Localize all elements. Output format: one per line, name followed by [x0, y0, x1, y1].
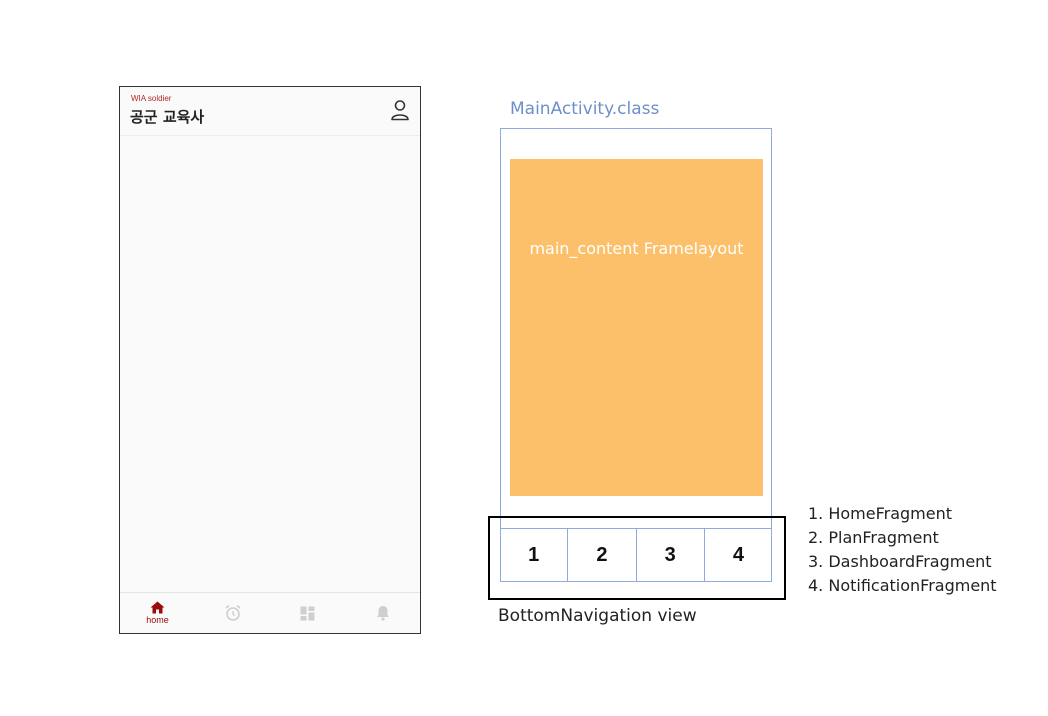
nav-item-notification[interactable] [345, 593, 420, 633]
phone-mockup: WIA soldier 공군 교육사 home [119, 86, 421, 634]
main-content-frame: main_content Framelayout [510, 159, 763, 496]
bottom-navigation-label: BottomNavigation view [498, 606, 697, 626]
app-header: WIA soldier 공군 교육사 [120, 87, 420, 136]
user-icon[interactable] [390, 99, 410, 121]
nav-label-home: home [146, 615, 169, 625]
alarm-clock-icon [224, 604, 241, 621]
fragment-item: 4. NotificationFragment [808, 576, 997, 595]
bottom-navigation-outline [488, 516, 786, 600]
app-title: 공군 교육사 [130, 108, 205, 126]
fragment-item: 2. PlanFragment [808, 528, 939, 547]
bell-icon [376, 606, 389, 621]
fragment-item: 3. DashboardFragment [808, 552, 992, 571]
fragment-item: 1. HomeFragment [808, 504, 953, 523]
nav-item-home[interactable]: home [120, 593, 195, 633]
dashboard-icon [300, 606, 315, 620]
activity-label: MainActivity.class [510, 99, 660, 119]
nav-item-plan[interactable] [195, 593, 270, 633]
fragment-list: 1. HomeFragment 2. PlanFragment 3. Dashb… [808, 502, 997, 598]
nav-item-dashboard[interactable] [270, 593, 345, 633]
home-icon [150, 601, 165, 614]
main-content-label: main_content Framelayout [529, 239, 744, 258]
content-area [120, 135, 420, 593]
brand-subtitle: WIA soldier [131, 94, 172, 103]
bottom-navigation: home [120, 592, 420, 633]
